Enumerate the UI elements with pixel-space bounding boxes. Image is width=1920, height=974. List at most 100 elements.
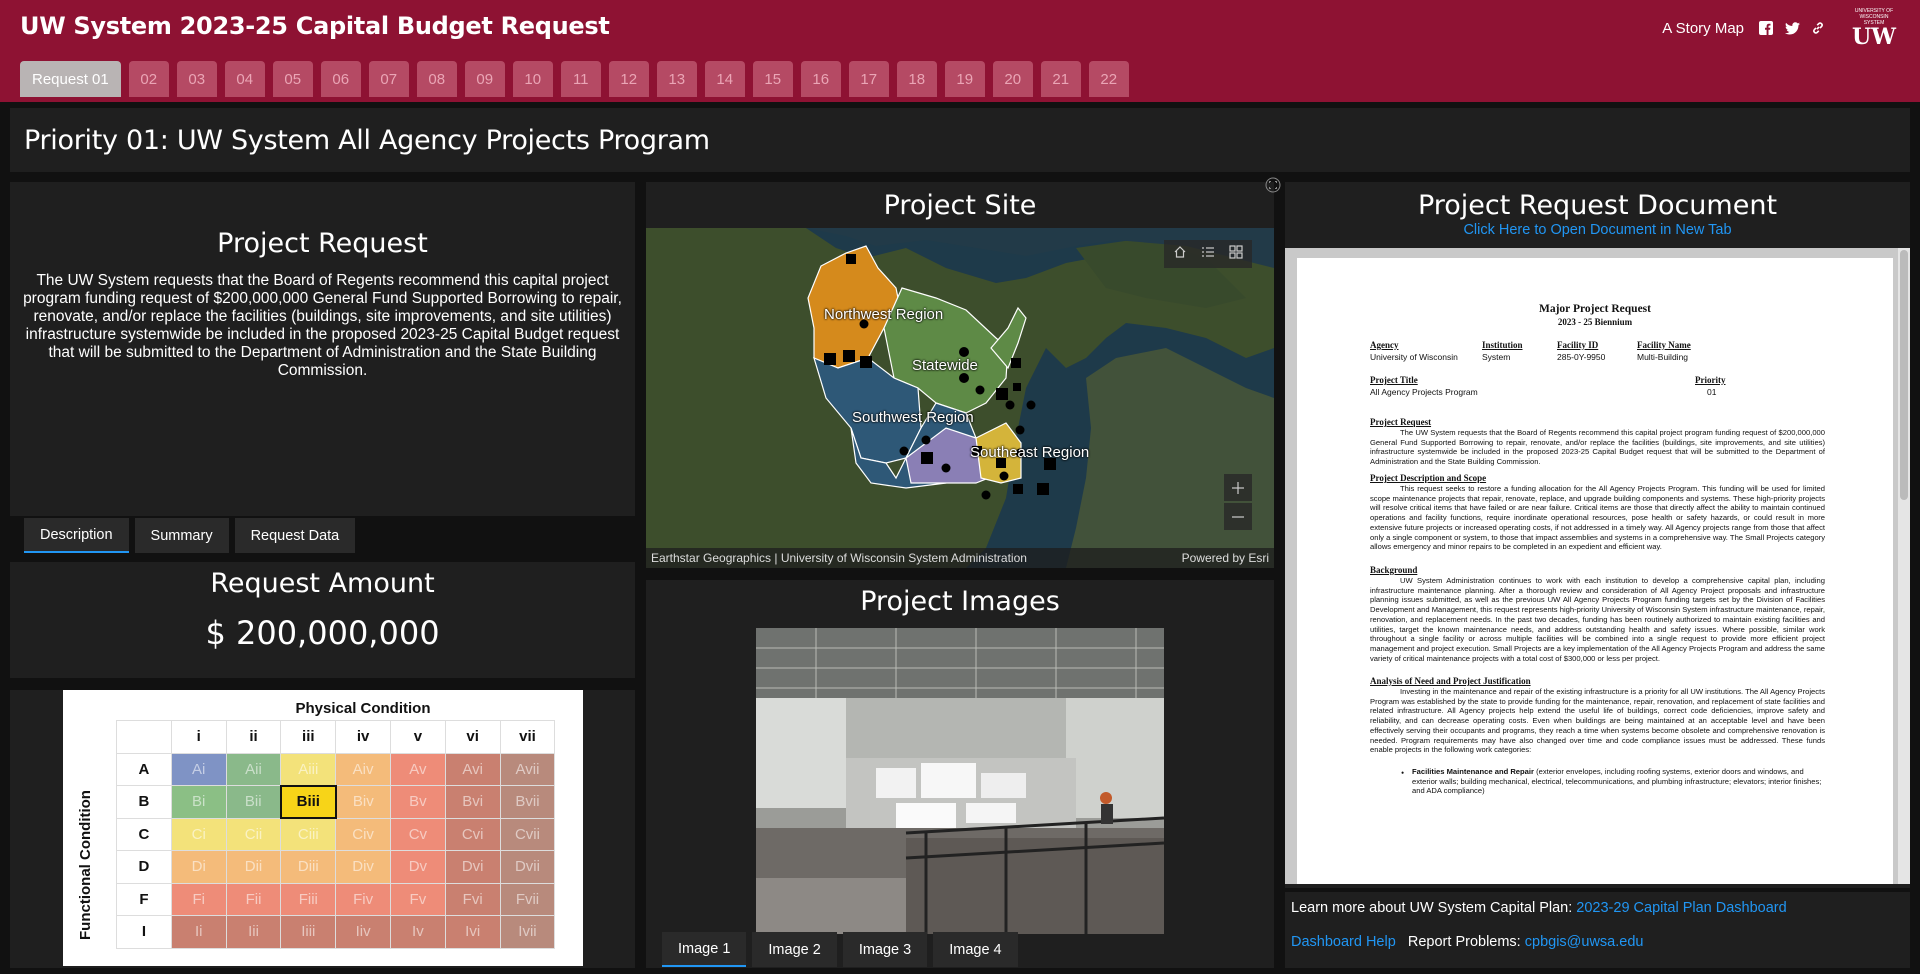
tab-request-18[interactable]: 18 [896, 61, 937, 97]
expand-icon[interactable] [1265, 177, 1281, 193]
open-document-link[interactable]: Click Here to Open Document in New Tab [1285, 222, 1910, 238]
tab-request-data[interactable]: Request Data [234, 518, 356, 553]
doc-request-heading: Project Request [1370, 417, 1432, 427]
grid-cell: Bvii [499, 785, 556, 819]
tab-request-12[interactable]: 12 [608, 61, 649, 97]
powered-by-esri[interactable]: Powered by Esri [1182, 551, 1269, 565]
doc-analysis-heading: Analysis of Need and Project Justificati… [1370, 676, 1531, 686]
grid-col-header: i [170, 720, 227, 754]
facebook-icon[interactable] [1758, 20, 1774, 36]
tab-description[interactable]: Description [24, 518, 129, 553]
map-attribution: Earthstar Geographics | University of Wi… [646, 548, 1274, 568]
project-site-map[interactable]: Northwest Region Statewide Southwest Reg… [646, 228, 1274, 568]
request-subtabs: Description Summary Request Data [24, 518, 356, 553]
capital-plan-dashboard-link[interactable]: 2023-29 Capital Plan Dashboard [1576, 900, 1786, 916]
tab-request-20[interactable]: 20 [992, 61, 1033, 97]
grid-cell: Av [389, 752, 446, 786]
tab-request-19[interactable]: 19 [944, 61, 985, 97]
grid-cell: Fiv [335, 882, 391, 916]
home-icon[interactable] [1173, 245, 1187, 264]
grid-cell: Bvi [444, 785, 501, 819]
grid-cell: Dii [225, 850, 282, 884]
physical-condition-title: Physical Condition [295, 700, 431, 717]
dashboard-help-link[interactable]: Dashboard Help [1291, 934, 1396, 950]
header-right: A Story Map UNIVERSITY OF WISCONSIN SYST… [1662, 8, 1896, 50]
tab-request-04[interactable]: 04 [224, 61, 265, 97]
tab-request-05[interactable]: 05 [272, 61, 313, 97]
map-label-northwest: Northwest Region [824, 306, 944, 323]
grid-cell: Iii [225, 915, 282, 949]
learn-more-line: Learn more about UW System Capital Plan:… [1291, 900, 1787, 916]
functional-condition-label: Functional Condition [77, 790, 94, 940]
tab-request-08[interactable]: 08 [416, 61, 457, 97]
grid-col-header: ii [225, 720, 282, 754]
grid-col-header: v [389, 720, 446, 754]
tab-request-03[interactable]: 03 [176, 61, 217, 97]
link-icon[interactable] [1810, 20, 1826, 36]
report-email-link[interactable]: cpbgis@uwsa.edu [1525, 934, 1644, 950]
grid-cell: Cii [225, 817, 282, 851]
grid-row-header: I [116, 915, 172, 949]
grid-cell: Cvi [444, 817, 501, 851]
grid-cell: Ivi [444, 915, 501, 949]
document-scrollbar[interactable] [1898, 248, 1910, 884]
tab-request-07[interactable]: 07 [368, 61, 409, 97]
project-photo[interactable] [756, 628, 1164, 934]
tab-image-3[interactable]: Image 3 [842, 932, 928, 967]
grid-cell: Fvii [499, 882, 556, 916]
tab-image-1[interactable]: Image 1 [662, 932, 747, 967]
doc-priority-label: Priority [1695, 375, 1726, 385]
doc-bullet-dot: • [1401, 768, 1405, 778]
grid-cell: Avi [444, 752, 501, 786]
document-viewer[interactable]: Major Project Request 2023 - 25 Biennium… [1285, 248, 1910, 884]
project-document-heading: Project Request Document [1417, 190, 1778, 221]
tab-summary[interactable]: Summary [134, 518, 229, 553]
doc-facility-name-value: Multi-Building [1637, 352, 1689, 362]
grid-cell: Dv [389, 850, 446, 884]
tab-request-14[interactable]: 14 [704, 61, 745, 97]
zoom-out-icon[interactable] [1224, 503, 1252, 530]
doc-institution-value: System [1482, 352, 1511, 362]
tab-request-11[interactable]: 11 [560, 61, 601, 97]
request-amount-heading: Request Amount [210, 568, 435, 599]
legend-icon[interactable] [1201, 245, 1215, 264]
grid-cell: Div [335, 850, 391, 884]
tab-request-21[interactable]: 21 [1040, 61, 1081, 97]
document-scrollbar-thumb[interactable] [1900, 250, 1908, 500]
tab-request-22[interactable]: 22 [1088, 61, 1129, 97]
doc-agency-value: University of Wisconsin [1370, 352, 1458, 362]
tab-request-09[interactable]: 09 [464, 61, 505, 97]
grid-cell: Ai [170, 752, 227, 786]
tab-request-06[interactable]: 06 [320, 61, 361, 97]
grid-col-header: iv [335, 720, 391, 754]
tab-request-10[interactable]: 10 [512, 61, 553, 97]
tab-image-2[interactable]: Image 2 [752, 932, 837, 967]
map-label-statewide: Statewide [912, 357, 978, 374]
grid-row-header: C [116, 817, 172, 851]
map-toolbar [1164, 240, 1252, 268]
document-page: Major Project Request 2023 - 25 Biennium… [1297, 258, 1893, 884]
uw-logo-text: UW [1852, 24, 1896, 50]
twitter-icon[interactable] [1784, 20, 1800, 36]
uw-logo[interactable]: UNIVERSITY OF WISCONSIN SYSTEM UW [1852, 8, 1896, 50]
basemap-icon[interactable] [1229, 244, 1243, 264]
zoom-in-icon[interactable] [1224, 474, 1252, 501]
tab-image-4[interactable]: Image 4 [933, 932, 1018, 967]
doc-background-text: UW System Administration continues to wo… [1370, 576, 1825, 663]
map-label-southeast: Southeast Region [970, 444, 1090, 461]
tab-request-13[interactable]: 13 [656, 61, 697, 97]
tab-request-01[interactable]: Request 01 [20, 61, 121, 97]
project-request-panel: Project Request The UW System requests t… [10, 182, 635, 516]
tab-request-15[interactable]: 15 [752, 61, 793, 97]
grid-cell: Di [170, 850, 227, 884]
tab-request-02[interactable]: 02 [128, 61, 169, 97]
doc-bullet-bold: Facilities Maintenance and Repair [1412, 767, 1534, 776]
map-attribution-text: Earthstar Geographics | University of Wi… [651, 551, 1027, 565]
grid-cell: Dvi [444, 850, 501, 884]
doc-biennium: 2023 - 25 Biennium [1557, 317, 1633, 327]
tab-request-17[interactable]: 17 [848, 61, 889, 97]
tab-request-16[interactable]: 16 [800, 61, 841, 97]
grid-cell: Dvii [499, 850, 556, 884]
story-map-label: A Story Map [1662, 19, 1744, 37]
map-graphic [646, 228, 1274, 568]
